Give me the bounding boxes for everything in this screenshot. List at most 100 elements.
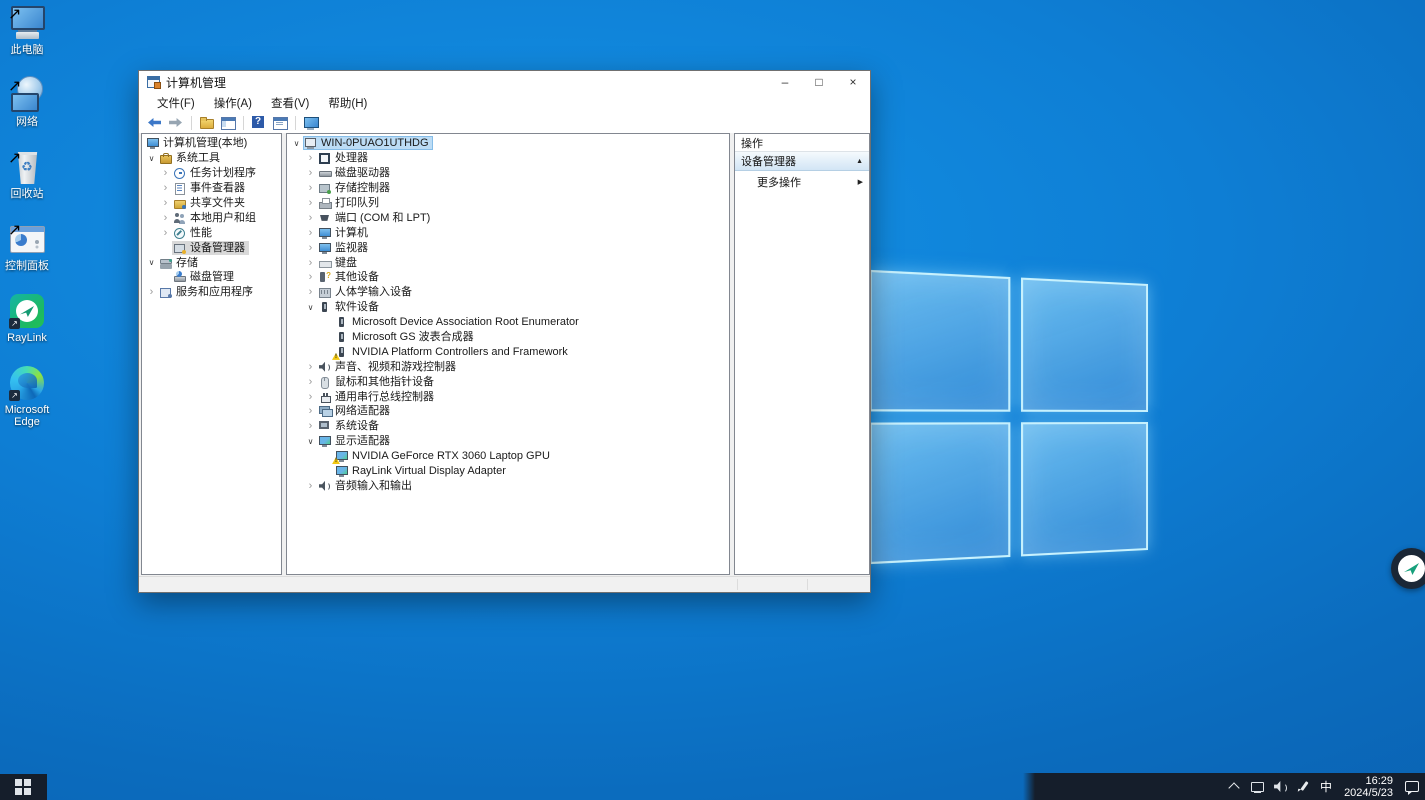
device-item-content[interactable]: 监视器 — [317, 241, 372, 255]
minimize-button[interactable]: – — [768, 71, 802, 93]
device-node-keyboards[interactable]: 键盘 — [287, 255, 729, 270]
desktop-icon-this-pc[interactable]: 此电脑 — [0, 4, 54, 56]
tree-expander-icon[interactable] — [159, 226, 172, 240]
device-node-storage-controllers[interactable]: 存储控制器 — [287, 181, 729, 196]
desktop-icon-raylink[interactable]: RayLink — [0, 292, 54, 344]
back-icon[interactable] — [147, 115, 163, 130]
action-center-icon[interactable] — [1405, 781, 1419, 793]
tree-expander-icon[interactable] — [304, 151, 317, 165]
close-button[interactable]: × — [836, 71, 870, 93]
device-node-usb-controllers[interactable]: 通用串行总线控制器 — [287, 389, 729, 404]
device-node-monitors[interactable]: 监视器 — [287, 240, 729, 255]
device-item-content[interactable]: 声音、视频和游戏控制器 — [317, 360, 460, 374]
start-button[interactable] — [0, 774, 47, 800]
device-node-ports-com-lpt[interactable]: 端口 (COM 和 LPT) — [287, 210, 729, 225]
tray-expand-chevron-icon[interactable] — [1228, 781, 1242, 793]
tree-item-services-and-applications[interactable]: 服务和应用程序 — [142, 285, 281, 300]
device-node-sound-video-game-controllers[interactable]: 声音、视频和游戏控制器 — [287, 359, 729, 374]
tree-item-task-scheduler[interactable]: 任务计划程序 — [142, 166, 281, 181]
device-item-content[interactable]: 系统设备 — [317, 419, 383, 433]
tree-expander-icon[interactable] — [304, 300, 317, 315]
actions-section-device-manager[interactable]: 设备管理器 ▲ — [735, 152, 869, 171]
device-item-content[interactable]: 显示适配器 — [317, 434, 394, 448]
device-item-content[interactable]: Microsoft GS 波表合成器 — [334, 330, 478, 344]
device-node-ms-gs-wavetable-synth[interactable]: Microsoft GS 波表合成器 — [287, 330, 729, 345]
raylink-floating-ball[interactable] — [1391, 548, 1425, 589]
tree-item-content[interactable]: 本地用户和组 — [172, 211, 260, 225]
device-item-content[interactable]: 软件设备 — [317, 300, 383, 314]
tree-item-content[interactable]: 服务和应用程序 — [158, 285, 257, 299]
device-item-content[interactable]: 磁盘驱动器 — [317, 166, 394, 180]
tree-item-content[interactable]: 系统工具 — [158, 151, 224, 165]
tree-expander-icon[interactable] — [159, 211, 172, 225]
show-console-tree-icon[interactable] — [220, 115, 236, 130]
tree-expander-icon[interactable] — [304, 241, 317, 255]
tree-item-computer-management-local[interactable]: 计算机管理(本地) — [142, 136, 281, 151]
device-item-content[interactable]: 音频输入和输出 — [317, 479, 416, 493]
tree-expander-icon[interactable] — [304, 226, 317, 240]
tree-expander-icon[interactable] — [304, 419, 317, 433]
device-item-content[interactable]: 人体学输入设备 — [317, 285, 416, 299]
tree-expander-icon[interactable] — [159, 196, 172, 210]
device-item-content[interactable]: WIN-0PUAO1UTHDG — [303, 136, 433, 150]
device-item-content[interactable]: 其他设备 — [317, 270, 383, 284]
tree-item-shared-folders[interactable]: 共享文件夹 — [142, 196, 281, 211]
device-node-network-adapters[interactable]: 网络适配器 — [287, 404, 729, 419]
tree-item-event-viewer[interactable]: 事件查看器 — [142, 181, 281, 196]
tree-item-content[interactable]: 共享文件夹 — [172, 196, 249, 210]
device-node-disk-drives[interactable]: 磁盘驱动器 — [287, 166, 729, 181]
device-item-content[interactable]: 打印队列 — [317, 196, 383, 210]
device-item-content[interactable]: NVIDIA GeForce RTX 3060 Laptop GPU — [334, 449, 554, 463]
device-node-nvidia-rtx-3060-laptop-gpu[interactable]: NVIDIA GeForce RTX 3060 Laptop GPU — [287, 449, 729, 464]
device-item-content[interactable]: 端口 (COM 和 LPT) — [317, 211, 434, 225]
tree-item-content[interactable]: 任务计划程序 — [172, 166, 260, 180]
tree-expander-icon[interactable] — [145, 255, 158, 270]
desktop-icon-edge[interactable]: Microsoft Edge — [0, 364, 54, 428]
tree-item-content[interactable]: 设备管理器 — [172, 241, 249, 255]
title-bar[interactable]: 计算机管理 – □ × — [139, 71, 870, 93]
tree-expander-icon[interactable] — [145, 285, 158, 299]
device-item-content[interactable]: 存储控制器 — [317, 181, 394, 195]
tree-expander-icon[interactable] — [304, 196, 317, 210]
tree-expander-icon[interactable] — [304, 375, 317, 389]
tree-expander-icon[interactable] — [304, 360, 317, 374]
device-item-content[interactable]: Microsoft Device Association Root Enumer… — [334, 315, 583, 329]
device-node-audio-inputs-and-outputs[interactable]: 音频输入和输出 — [287, 478, 729, 493]
device-item-content[interactable]: 键盘 — [317, 256, 361, 270]
device-node-raylink-virtual-display-adapter[interactable]: RayLink Virtual Display Adapter — [287, 464, 729, 479]
tree-expander-icon[interactable] — [304, 211, 317, 225]
tree-expander-icon[interactable] — [304, 434, 317, 449]
network-tray-icon[interactable] — [1251, 781, 1265, 793]
tree-expander-icon[interactable] — [159, 181, 172, 195]
menu-view[interactable]: 查看(V) — [263, 93, 317, 113]
device-node-processors[interactable]: 处理器 — [287, 151, 729, 166]
tree-expander-icon[interactable] — [304, 181, 317, 195]
tree-expander-icon[interactable] — [304, 479, 317, 493]
forward-icon[interactable] — [168, 115, 184, 130]
tree-item-device-manager[interactable]: 设备管理器 — [142, 240, 281, 255]
tree-item-content[interactable]: 存储 — [158, 256, 202, 270]
tree-expander-icon[interactable] — [145, 151, 158, 166]
tree-item-storage[interactable]: 存储 — [142, 255, 281, 270]
remote-monitor-icon[interactable] — [303, 115, 319, 130]
desktop-icon-control-panel[interactable]: 控制面板 — [0, 220, 54, 272]
console-window-icon[interactable] — [272, 115, 288, 130]
device-item-content[interactable]: 通用串行总线控制器 — [317, 390, 438, 404]
device-node-other-devices[interactable]: 其他设备 — [287, 270, 729, 285]
tree-expander-icon[interactable] — [159, 166, 172, 180]
tree-item-content[interactable]: 事件查看器 — [172, 181, 249, 195]
device-node-nvidia-platform-controllers[interactable]: NVIDIA Platform Controllers and Framewor… — [287, 344, 729, 359]
tree-expander-icon[interactable] — [304, 270, 317, 284]
tree-expander-icon[interactable] — [304, 390, 317, 404]
tree-item-content[interactable]: 性能 — [172, 226, 216, 240]
raylink-tray-icon[interactable] — [1297, 781, 1311, 793]
ime-indicator[interactable]: 中 — [1320, 781, 1332, 793]
device-node-computer[interactable]: 计算机 — [287, 225, 729, 240]
tree-item-system-tools[interactable]: 系统工具 — [142, 151, 281, 166]
tree-expander-icon[interactable] — [304, 285, 317, 299]
maximize-button[interactable]: □ — [802, 71, 836, 93]
menu-file[interactable]: 文件(F) — [149, 93, 203, 113]
device-item-content[interactable]: NVIDIA Platform Controllers and Framewor… — [334, 345, 572, 359]
device-node-print-queues[interactable]: 打印队列 — [287, 196, 729, 211]
taskbar-clock[interactable]: 16:29 2024/5/23 — [1344, 775, 1393, 799]
